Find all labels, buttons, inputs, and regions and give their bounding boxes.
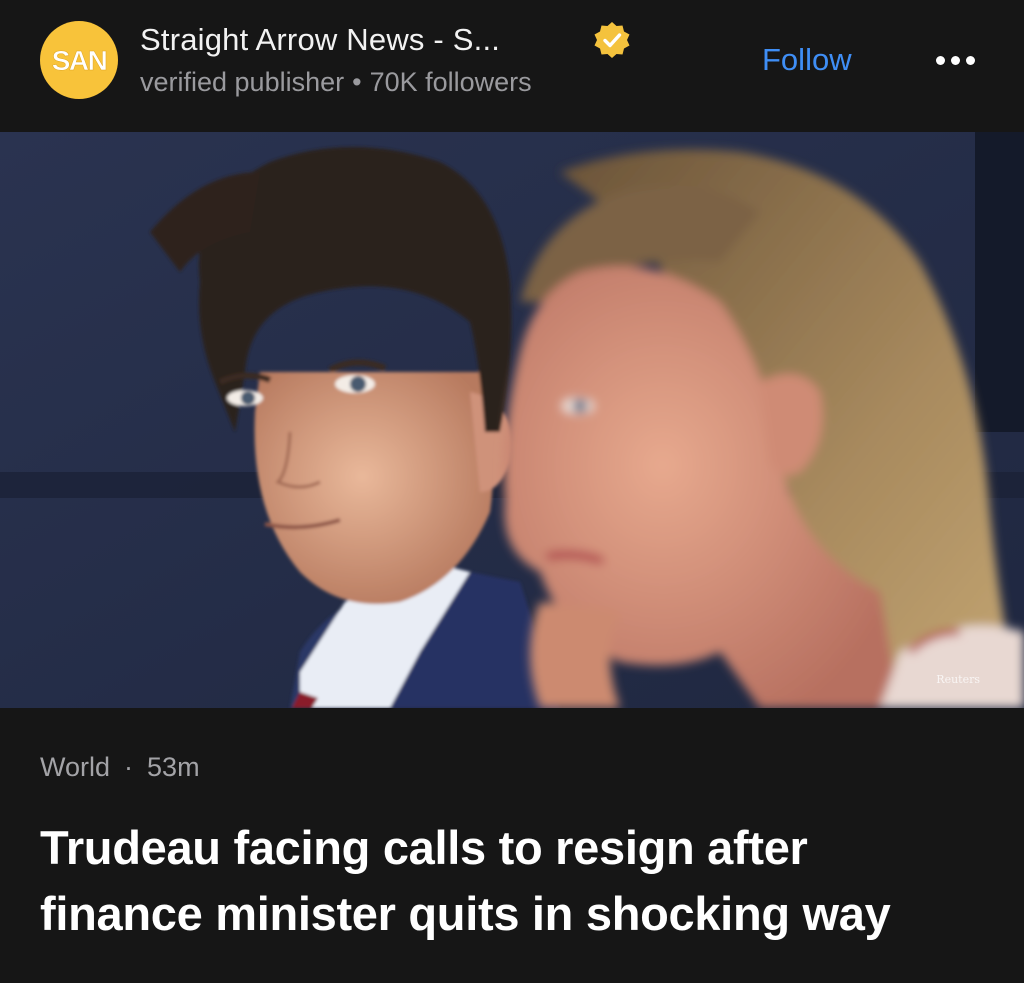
meta-separator: •	[352, 67, 362, 97]
svg-text:SAN: SAN	[52, 45, 107, 76]
article-section[interactable]: World	[40, 752, 110, 782]
follow-button[interactable]: Follow	[748, 36, 866, 84]
more-dot	[950, 55, 960, 65]
publisher-meta: verified publisher • 70K followers	[140, 67, 532, 98]
article-headline[interactable]: Trudeau facing calls to resign after fin…	[40, 815, 980, 947]
verified-badge-icon	[594, 22, 630, 58]
more-dot	[965, 55, 975, 65]
publisher-logo[interactable]: SAN	[40, 21, 118, 99]
article-photo-image	[0, 132, 1024, 708]
more-options-icon[interactable]	[928, 42, 982, 78]
follower-count: 70K followers	[369, 67, 532, 97]
article-meta: World · 53m	[40, 752, 200, 783]
post-header: SAN Straight Arrow News - S... verified …	[0, 0, 1024, 132]
san-logo-icon: SAN	[51, 45, 108, 77]
publisher-name[interactable]: Straight Arrow News - S...	[140, 22, 500, 58]
photo-credit: Reuters	[936, 673, 980, 686]
publisher-status: verified publisher	[140, 67, 345, 97]
more-dot	[935, 55, 945, 65]
article-photo[interactable]: Reuters	[0, 132, 1024, 708]
meta-separator: ·	[124, 752, 134, 782]
article-age: 53m	[147, 752, 200, 782]
